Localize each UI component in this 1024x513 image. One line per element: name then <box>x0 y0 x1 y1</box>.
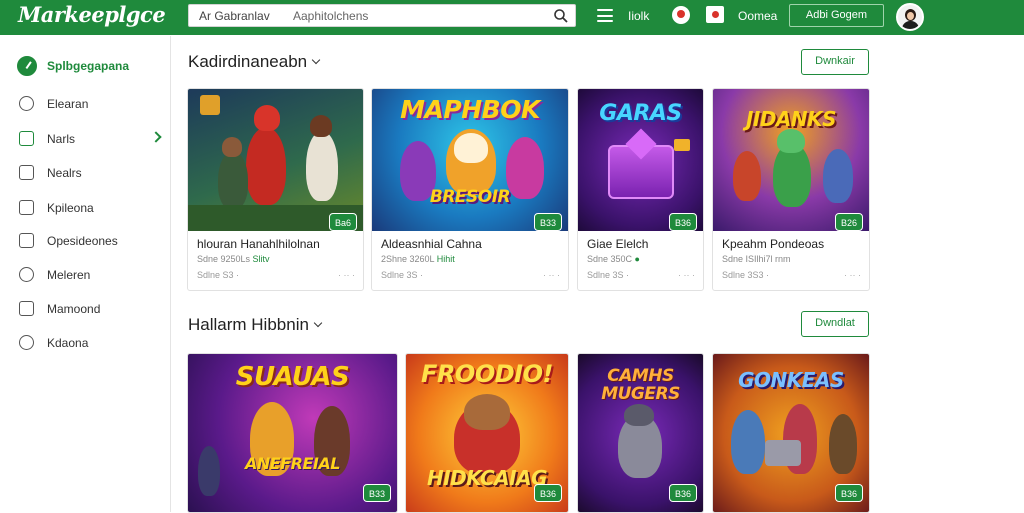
game-meta-secondary: Sdlne S3 · <box>197 270 240 280</box>
sidebar-item-deals[interactable]: Nealrs <box>0 159 171 187</box>
price-badge: Ba6 <box>329 213 357 231</box>
document-icon <box>19 200 34 215</box>
game-card[interactable]: GONKEAS B36 <box>712 353 870 513</box>
sign-in-button[interactable]: Adbi Gogem <box>789 4 884 27</box>
sidebar-item-settings[interactable]: Kdaona <box>0 329 171 357</box>
game-meta-secondary: Sdlne 3S3 · <box>722 270 770 280</box>
sidebar-item-label: Nealrs <box>47 166 82 180</box>
sidebar-item-categories[interactable]: Opesideones <box>0 227 171 255</box>
avatar[interactable] <box>896 3 924 31</box>
more-icon[interactable]: · ·· · <box>844 270 861 280</box>
price-badge: B26 <box>835 213 863 231</box>
search-icon[interactable] <box>553 8 569 24</box>
game-card[interactable]: JIDANKS B26 Kpeahm Pondeoas Sdne ISIlhi7… <box>712 88 870 291</box>
section-title[interactable]: Kadirdinaneabn <box>188 52 321 72</box>
sidebar-item-library[interactable]: Kpileona <box>0 194 171 222</box>
chevron-down-icon <box>311 55 321 65</box>
game-title: Aldeasnhial Cahna <box>381 237 482 251</box>
logo[interactable]: Markeeplgce <box>18 2 166 27</box>
sidebar-item-store[interactable]: Splbgegapana <box>0 52 171 80</box>
search-input[interactable]: Aaphitolchens <box>293 9 368 23</box>
sidebar-item-label: Meleren <box>47 268 91 282</box>
notification-icon[interactable] <box>672 6 690 24</box>
file-icon <box>19 301 34 316</box>
search-scope[interactable]: Ar Gabranlav <box>199 9 270 23</box>
price-badge: B36 <box>669 213 697 231</box>
sidebar: Splbgegapana Elearan Narls Nealrs Kpileo… <box>0 36 171 512</box>
clock-icon <box>19 96 34 111</box>
sidebar-item-label: Opesideones <box>47 234 118 248</box>
more-icon[interactable]: · ·· · <box>678 270 695 280</box>
chart-icon <box>19 131 34 146</box>
game-card[interactable]: MAPHBOK BRESOIR B33 Aldeasnhial Cahna 2S… <box>371 88 569 291</box>
gear-icon <box>19 335 34 350</box>
location-icon <box>19 267 34 282</box>
sidebar-item-recent[interactable]: Elearan <box>0 90 171 118</box>
more-icon[interactable]: · ·· · <box>338 270 355 280</box>
game-title: Giae Elelch <box>587 237 649 251</box>
nav-link[interactable]: Iiolk <box>628 9 649 23</box>
section-action-button[interactable]: Dwnkair <box>801 49 869 75</box>
chevron-right-icon <box>150 131 162 143</box>
sidebar-item-locations[interactable]: Meleren <box>0 261 171 289</box>
search-bar[interactable]: Ar Gabranlav Aaphitolchens <box>188 4 576 27</box>
sidebar-item-label: Splbgegapana <box>47 59 130 73</box>
game-card[interactable]: CAMHS MUGERS B36 <box>577 353 704 513</box>
section-title-text: Kadirdinaneabn <box>188 52 308 71</box>
game-card[interactable]: GARAS B36 Giae Elelch Sdne 350C ● Sdlne … <box>577 88 704 291</box>
section-title-text: Hallarm Hibbnin <box>188 315 309 334</box>
sidebar-item-label: Narls <box>47 132 76 146</box>
game-meta: Sdne 350C ● <box>587 254 640 264</box>
price-badge: B36 <box>669 484 697 502</box>
store-icon <box>17 56 37 76</box>
price-badge: B36 <box>534 484 562 502</box>
game-meta-secondary: Sdlne 3S · <box>381 270 424 280</box>
price-badge: B36 <box>835 484 863 502</box>
game-meta: Sdne ISIlhi7l rnm <box>722 254 791 264</box>
game-card[interactable]: SUAUAS ANEFREIAL B33 <box>187 353 398 513</box>
price-badge: B33 <box>363 484 391 502</box>
game-title: hlouran Hanahlhilolnan <box>197 237 320 251</box>
game-card[interactable]: Ba6 hlouran Hanahlhilolnan Sdne 9250Ls S… <box>187 88 364 291</box>
cart-icon[interactable] <box>706 6 724 23</box>
game-card[interactable]: FROODIO! HIDKCAIAG B36 <box>405 353 569 513</box>
sidebar-item-files[interactable]: Mamoond <box>0 295 171 323</box>
sidebar-item-label: Mamoond <box>47 302 101 316</box>
briefcase-icon <box>19 233 34 248</box>
game-meta-secondary: Sdlne 3S · <box>587 270 630 280</box>
sidebar-item-label: Elearan <box>47 97 89 111</box>
game-meta: Sdne 9250Ls Slitv <box>197 254 270 264</box>
sidebar-item-label: Kpileona <box>47 201 94 215</box>
sidebar-item-label: Kdaona <box>47 336 89 350</box>
game-thumbnail <box>188 89 363 231</box>
section-title[interactable]: Hallarm Hibbnin <box>188 315 323 335</box>
price-badge: B33 <box>534 213 562 231</box>
nav-link-2[interactable]: Oomea <box>738 9 777 23</box>
game-thumbnail: JIDANKS <box>713 89 869 231</box>
game-meta: 2Shne 3260L Hihit <box>381 254 455 264</box>
sidebar-item-charts[interactable]: Narls <box>0 125 171 153</box>
game-title: Kpeahm Pondeoas <box>722 237 825 251</box>
top-bar: Markeeplgce Ar Gabranlav Aaphitolchens I… <box>0 0 1024 35</box>
tag-icon <box>19 165 34 180</box>
menu-icon[interactable] <box>597 9 613 22</box>
section-action-button[interactable]: Dwndlat <box>801 311 869 337</box>
more-icon[interactable]: · ·· · <box>543 270 560 280</box>
chevron-down-icon <box>313 318 323 328</box>
game-thumbnail: MAPHBOK BRESOIR <box>372 89 568 231</box>
game-thumbnail: GARAS <box>578 89 703 231</box>
